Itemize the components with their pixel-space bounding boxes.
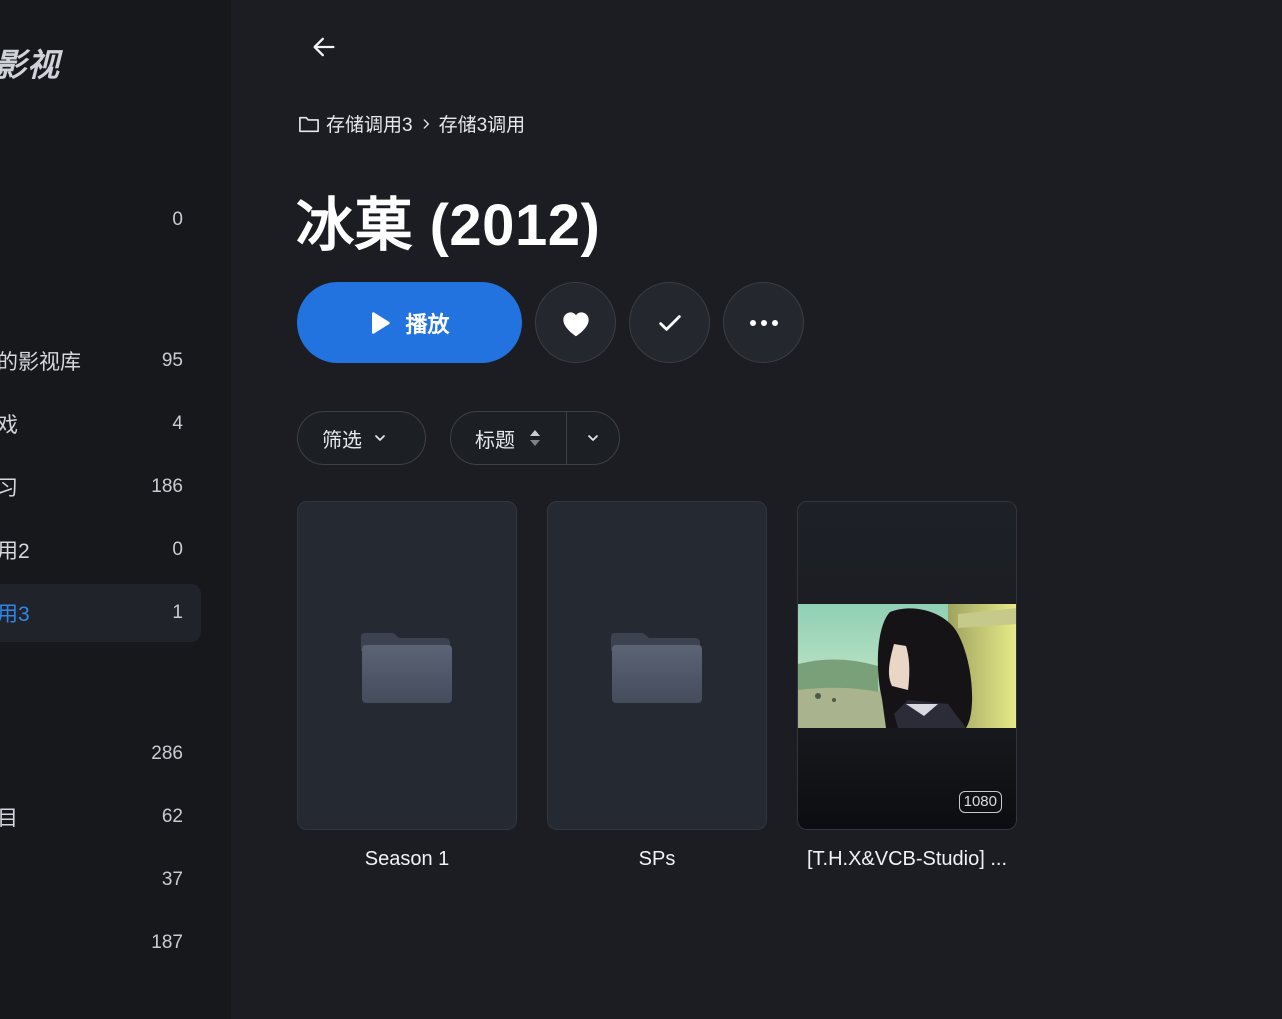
sidebar-item-6[interactable]: 286 xyxy=(0,725,201,783)
sort-control: 标题 xyxy=(450,411,620,465)
chevron-down-icon xyxy=(588,435,598,441)
heart-icon xyxy=(562,311,589,336)
filter-dropdown[interactable]: 筛选 xyxy=(297,411,426,465)
chevron-down-icon xyxy=(375,435,385,441)
sidebar-item-0[interactable]: 0 xyxy=(0,191,201,249)
card-poster: 1080 xyxy=(797,501,1017,830)
sidebar-item-label: 用3 xyxy=(0,603,30,626)
breadcrumb: 存储调用3 存储3调用 xyxy=(298,110,525,137)
card-title: [T.H.X&VCB-Studio] ... xyxy=(806,848,1008,870)
sidebar-item-label: 的影视库 xyxy=(0,351,81,374)
check-icon xyxy=(658,314,681,331)
media-card-folder[interactable]: SPs xyxy=(547,501,767,871)
sidebar-item-label: 目 xyxy=(0,807,18,830)
back-button[interactable] xyxy=(307,30,341,64)
sidebar-item-label: 戏 xyxy=(0,414,18,437)
media-grid: Season 1 SPs 1080 [T.H.X&VCB-Studio] ... xyxy=(297,501,1017,871)
sidebar-item-1[interactable]: 的影视库 95 xyxy=(0,332,201,390)
favorite-button[interactable] xyxy=(535,282,616,363)
folder-icon xyxy=(611,632,702,703)
breadcrumb-item[interactable]: 存储调用3 xyxy=(326,110,413,137)
main-content: 存储调用3 存储3调用 冰菓 (2012) 播放 筛选 标题 Season 1 … xyxy=(231,0,1282,1019)
more-icon xyxy=(749,319,778,326)
card-title: SPs xyxy=(638,848,676,870)
sidebar-item-label: 习 xyxy=(0,477,18,500)
sidebar-item-5-active[interactable]: 用3 1 xyxy=(0,584,201,642)
sidebar-item-3[interactable]: 习 186 xyxy=(0,458,201,516)
sidebar-item-label: 用2 xyxy=(0,540,30,563)
resolution-badge: 1080 xyxy=(958,791,1002,813)
sort-direction-button[interactable] xyxy=(567,412,619,464)
card-poster xyxy=(547,501,767,830)
play-icon xyxy=(372,311,391,334)
sidebar: 影视 0 的影视库 95 戏 4 习 186 用2 0 用3 1 286 目 6… xyxy=(0,0,231,1019)
chevron-right-icon xyxy=(419,117,433,131)
sidebar-item-count: 0 xyxy=(172,209,183,230)
card-title: Season 1 xyxy=(364,848,450,870)
sidebar-item-count: 1 xyxy=(172,602,183,623)
action-bar: 播放 xyxy=(297,282,804,363)
sidebar-item-count: 0 xyxy=(172,539,183,560)
video-thumbnail xyxy=(798,604,1016,728)
sidebar-item-count: 186 xyxy=(151,476,183,497)
mark-watched-button[interactable] xyxy=(629,282,710,363)
sort-icon xyxy=(530,430,540,446)
sort-field-button[interactable]: 标题 xyxy=(451,412,566,464)
folder-icon xyxy=(361,632,452,703)
app-brand: 影视 xyxy=(0,47,61,83)
filter-label: 筛选 xyxy=(322,429,362,452)
media-card-video[interactable]: 1080 [T.H.X&VCB-Studio] ... xyxy=(797,501,1017,871)
page-title: 冰菓 (2012) xyxy=(296,193,601,258)
sidebar-item-count: 37 xyxy=(161,869,183,890)
folder-icon xyxy=(299,116,319,132)
sidebar-item-7[interactable]: 目 62 xyxy=(0,788,201,846)
play-button[interactable]: 播放 xyxy=(297,282,522,363)
sidebar-item-count: 95 xyxy=(161,350,183,371)
sidebar-item-count: 4 xyxy=(172,413,183,434)
sidebar-item-count: 62 xyxy=(161,806,183,827)
sidebar-item-4[interactable]: 用2 0 xyxy=(0,521,201,579)
sidebar-item-count: 187 xyxy=(151,932,183,953)
filter-bar: 筛选 标题 xyxy=(297,411,620,465)
sidebar-item-2[interactable]: 戏 4 xyxy=(0,395,201,453)
sidebar-item-8[interactable]: 37 xyxy=(0,851,201,909)
media-card-folder[interactable]: Season 1 xyxy=(297,501,517,871)
arrow-left-icon xyxy=(313,37,335,57)
sidebar-item-9[interactable]: 187 xyxy=(0,914,201,972)
breadcrumb-item[interactable]: 存储3调用 xyxy=(439,110,526,137)
sidebar-item-count: 286 xyxy=(151,743,183,764)
sort-label: 标题 xyxy=(475,429,515,452)
more-button[interactable] xyxy=(723,282,804,363)
play-label: 播放 xyxy=(405,311,450,337)
card-poster xyxy=(297,501,517,830)
